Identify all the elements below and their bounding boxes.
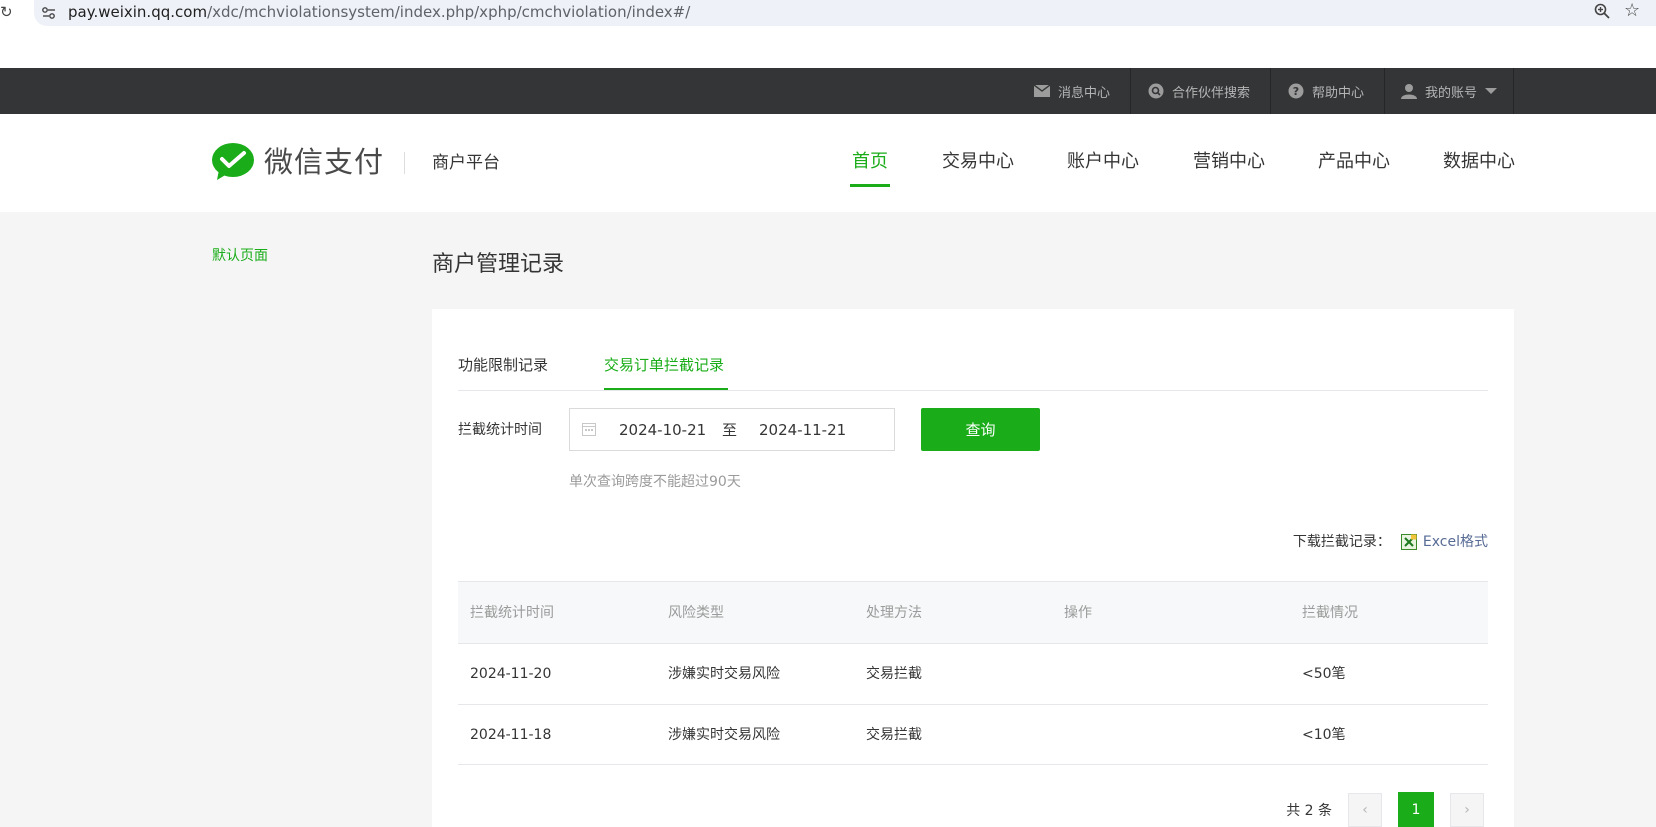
nav-active-indicator	[850, 184, 890, 187]
site-header: 微信支付 商户平台 首页 交易中心 账户中心 营销中心 产品中心 数据中心	[0, 114, 1656, 212]
url-path: /xdc/mchviolationsystem/index.php/xphp/c…	[207, 3, 691, 21]
calendar-icon	[582, 423, 596, 436]
search-icon	[1148, 83, 1164, 99]
reload-icon[interactable]: ↻	[0, 2, 14, 22]
chevron-right-icon: ›	[1464, 802, 1470, 818]
site-settings-icon[interactable]	[40, 4, 58, 22]
cell-interception: <10笔	[1302, 726, 1346, 743]
prev-page-button[interactable]: ‹	[1348, 793, 1382, 827]
column-header-interception: 拦截情况	[1302, 604, 1358, 621]
divider	[1384, 68, 1385, 114]
cell-time: 2024-11-20	[470, 666, 552, 682]
cell-time: 2024-11-18	[470, 726, 552, 743]
cell-interception: <50笔	[1302, 666, 1346, 682]
message-center-label: 消息中心	[1058, 85, 1111, 101]
nav-marketing-center[interactable]: 营销中心	[1193, 150, 1265, 174]
svg-text:?: ?	[1293, 85, 1299, 98]
brand-name: 微信支付	[264, 145, 385, 179]
table-header: 拦截统计时间 风险类型 处理方法 操作 拦截情况	[458, 581, 1488, 643]
page-title: 商户管理记录	[432, 252, 565, 277]
download-label: 下载拦截记录：	[1292, 534, 1391, 550]
divider	[1513, 68, 1514, 114]
next-page-button[interactable]: ›	[1450, 793, 1484, 827]
help-center-label: 帮助中心	[1312, 85, 1365, 101]
nav-product-center[interactable]: 产品中心	[1318, 150, 1390, 174]
query-button[interactable]: 查询	[921, 408, 1040, 451]
partner-search-link[interactable]: 合作伙伴搜索	[1148, 68, 1250, 114]
help-center-link[interactable]: ? 帮助中心	[1288, 68, 1364, 114]
column-header-time: 拦截统计时间	[470, 604, 554, 621]
caret-down-icon	[1485, 88, 1498, 94]
date-range-picker[interactable]: 2024-10-21 至 2024-11-21	[569, 408, 895, 451]
wechat-pay-logo[interactable]	[211, 142, 255, 182]
pagination: 共 2 条 ‹ 1 ›	[1286, 792, 1484, 827]
tab-function-restriction-records[interactable]: 功能限制记录	[458, 355, 548, 375]
my-account-menu[interactable]: 我的账号	[1401, 68, 1498, 114]
tab-divider	[458, 390, 1488, 391]
excel-format-label: Excel格式	[1422, 534, 1488, 550]
excel-icon	[1400, 534, 1417, 550]
start-date-input[interactable]: 2024-10-21	[619, 420, 706, 440]
page-1-button[interactable]: 1	[1398, 792, 1434, 827]
nav-transaction-center[interactable]: 交易中心	[942, 150, 1014, 174]
browser-url-bar: ↻ pay.weixin.qq.com/xdc/mchviolationsyst…	[0, 0, 1656, 68]
my-account-label: 我的账号	[1425, 85, 1478, 101]
nav-home[interactable]: 首页	[852, 150, 888, 174]
sidebar-default-page[interactable]: 默认页面	[212, 246, 268, 266]
help-icon: ?	[1288, 83, 1304, 99]
interception-time-label: 拦截统计时间	[458, 422, 542, 438]
cell-risk-type: 涉嫌实时交易风险	[668, 726, 780, 743]
tab-order-interception-records[interactable]: 交易订单拦截记录	[604, 355, 724, 375]
partner-search-label: 合作伙伴搜索	[1172, 85, 1251, 101]
date-range-separator: 至	[722, 421, 738, 439]
download-records: 下载拦截记录： Excel格式	[1293, 532, 1488, 552]
cell-risk-type: 涉嫌实时交易风险	[668, 666, 780, 682]
nav-data-center[interactable]: 数据中心	[1443, 150, 1515, 174]
user-icon	[1401, 84, 1417, 99]
divider	[1130, 68, 1131, 114]
interception-records-table: 拦截统计时间 风险类型 处理方法 操作 拦截情况 2024-11-20 涉嫌实时…	[458, 581, 1488, 765]
table-row: 2024-11-18 涉嫌实时交易风险 交易拦截 <10笔	[458, 704, 1488, 765]
total-count: 共 2 条	[1286, 803, 1332, 819]
url-text[interactable]: pay.weixin.qq.com/xdc/mchviolationsystem…	[68, 2, 690, 22]
platform-name: 商户平台	[432, 153, 500, 173]
column-header-handling: 处理方法	[866, 604, 922, 621]
zoom-icon[interactable]	[1593, 2, 1611, 20]
divider	[1270, 68, 1271, 114]
cell-handling: 交易拦截	[866, 666, 922, 682]
query-span-hint: 单次查询跨度不能超过90天	[569, 474, 741, 490]
top-utility-bar: 消息中心 合作伙伴搜索 ? 帮助中心 我的账号	[0, 68, 1656, 114]
bookmark-star-icon[interactable]: ☆	[1624, 0, 1640, 22]
records-card: 功能限制记录 交易订单拦截记录 拦截统计时间 2024-10-21 至 2024…	[432, 309, 1514, 827]
nav-account-center[interactable]: 账户中心	[1067, 150, 1139, 174]
excel-download-link[interactable]: Excel格式	[1400, 532, 1488, 552]
end-date-input[interactable]: 2024-11-21	[759, 420, 846, 440]
table-row: 2024-11-20 涉嫌实时交易风险 交易拦截 <50笔	[458, 643, 1488, 704]
column-header-action: 操作	[1064, 604, 1092, 621]
cell-handling: 交易拦截	[866, 726, 922, 743]
url-host: pay.weixin.qq.com	[68, 3, 208, 21]
brand-divider	[404, 152, 405, 174]
column-header-risk-type: 风险类型	[668, 604, 724, 621]
message-center-link[interactable]: 消息中心	[1034, 68, 1110, 114]
chevron-left-icon: ‹	[1362, 802, 1368, 818]
mail-icon	[1034, 85, 1050, 97]
